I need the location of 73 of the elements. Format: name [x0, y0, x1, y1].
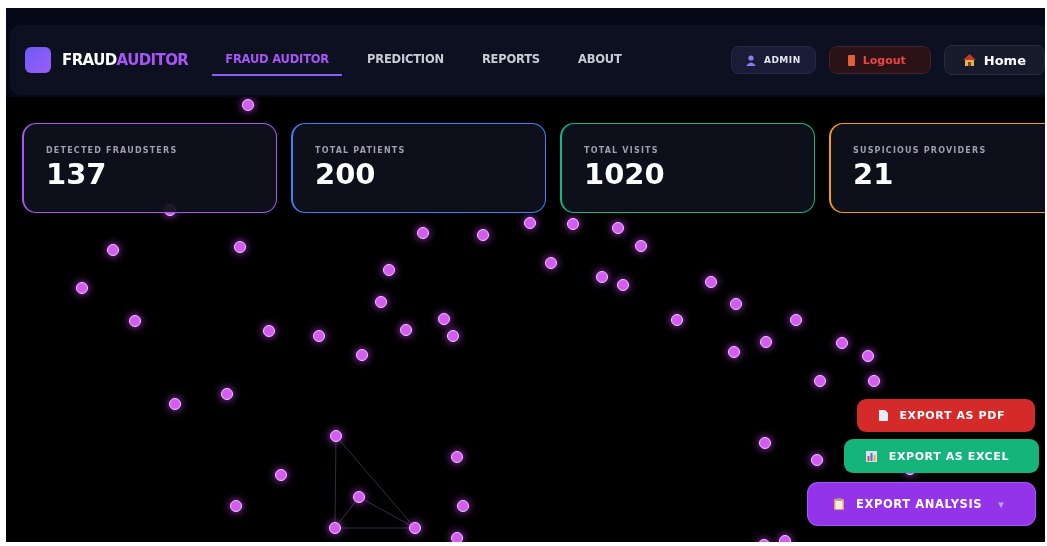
graph-node	[779, 535, 791, 542]
brand-name: FRAUDAUDITOR	[62, 51, 189, 69]
graph-node	[612, 222, 624, 234]
graph-node	[836, 337, 848, 349]
graph-node	[447, 330, 459, 342]
export-analysis-button[interactable]: EXPORT ANALYSIS ▾	[808, 483, 1035, 525]
logout-button[interactable]: Logout	[828, 46, 931, 74]
graph-node	[76, 282, 88, 294]
graph-node	[451, 451, 463, 463]
graph-node	[275, 469, 287, 481]
graph-node	[457, 500, 469, 512]
document-icon	[878, 410, 888, 421]
graph-node	[242, 99, 254, 111]
graph-node	[438, 313, 450, 325]
graph-node	[728, 346, 740, 358]
graph-node	[451, 532, 463, 542]
graph-node	[329, 522, 341, 534]
stat-value: 1020	[584, 156, 666, 191]
graph-node	[477, 229, 489, 241]
graph-node	[705, 276, 717, 288]
graph-node	[129, 315, 141, 327]
graph-node	[330, 430, 342, 442]
house-icon	[962, 54, 976, 66]
graph-node	[759, 437, 771, 449]
graph-node	[545, 257, 557, 269]
graph-node	[790, 314, 802, 326]
graph-node	[671, 314, 683, 326]
graph-node	[356, 349, 368, 361]
stat-label: SUSPICIOUS PROVIDERS	[853, 145, 988, 155]
graph-node	[375, 296, 387, 308]
user-badge[interactable]: ADMIN	[730, 46, 816, 74]
graph-node	[417, 227, 429, 239]
door-icon	[847, 54, 855, 66]
graph-node	[814, 375, 826, 387]
graph-node	[313, 330, 325, 342]
graph-node	[868, 375, 880, 387]
stat-label: DETECTED FRAUDSTERS	[46, 145, 179, 155]
graph-node	[635, 240, 647, 252]
graph-node	[400, 324, 412, 336]
graph-node	[862, 350, 874, 362]
graph-node	[263, 325, 275, 337]
graph-node	[409, 522, 421, 534]
nav-tab[interactable]: ABOUT	[564, 44, 635, 76]
graph-node	[617, 279, 629, 291]
clipboard-icon	[834, 498, 844, 510]
export-option[interactable]: EXPORT AS PDF	[856, 399, 1035, 432]
graph-node	[383, 264, 395, 276]
stat-value: 137	[46, 156, 108, 191]
graph-node	[567, 218, 579, 230]
stat-value: 21	[853, 156, 895, 191]
graph-node	[811, 454, 823, 466]
graph-node	[353, 491, 365, 503]
stat-label: TOTAL VISITS	[584, 145, 660, 155]
graph-node	[524, 217, 536, 229]
logo-icon	[25, 47, 51, 73]
nav-tab[interactable]: FRAUD AUDITOR	[212, 44, 342, 76]
caret-icon: ▾	[998, 497, 1005, 511]
bar-chart-icon	[865, 450, 877, 462]
stat-value: 200	[315, 156, 377, 191]
stat-label: TOTAL PATIENTS	[315, 145, 407, 155]
graph-node	[758, 539, 770, 542]
graph-node	[230, 500, 242, 512]
graph-node	[596, 271, 608, 283]
user-icon	[745, 54, 756, 66]
graph-node	[107, 244, 119, 256]
nav-tab[interactable]: PREDICTION	[354, 44, 457, 76]
graph-node	[234, 241, 246, 253]
graph-node	[730, 298, 742, 310]
home-button[interactable]: Home	[943, 45, 1045, 75]
graph-node	[760, 336, 772, 348]
graph-node	[221, 388, 233, 400]
graph-node	[169, 398, 181, 410]
nav-tab[interactable]: REPORTS	[468, 44, 553, 76]
